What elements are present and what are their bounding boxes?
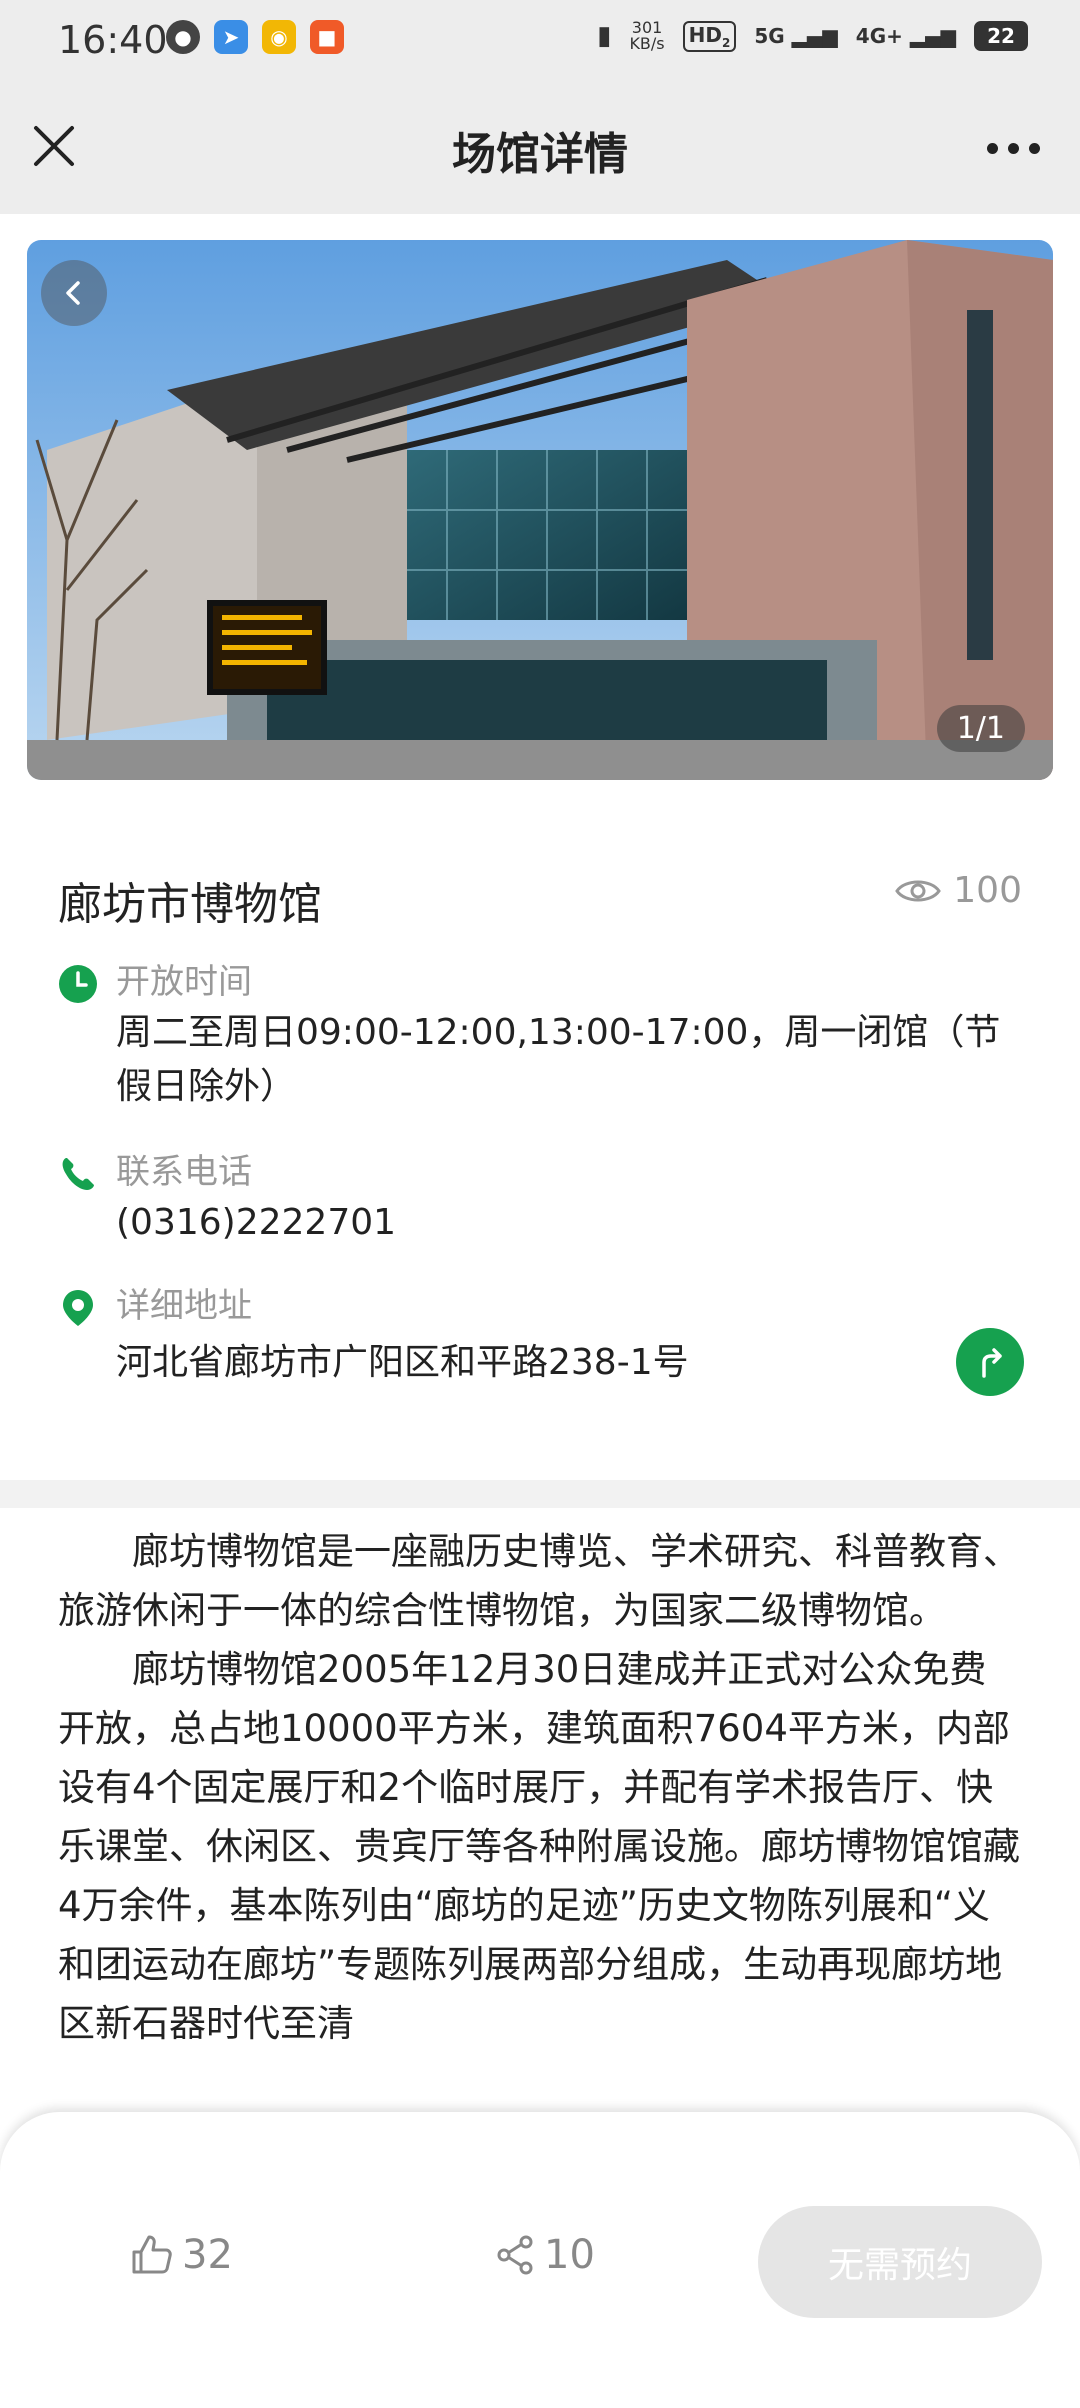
address-section: 详细地址 河北省廊坊市广阳区和平路238-1号 [58,1282,1028,1390]
eye-icon [895,880,942,901]
venue-description: 廊坊博物馆是一座融历史博览、学术研究、科普教育、旅游休闲于一体的综合性博物馆，为… [58,1522,1022,2053]
more-icon[interactable] [978,118,1048,178]
phone-label: 联系电话 [116,1152,252,1192]
phone-value[interactable]: (0316)2222701 [116,1196,1028,1250]
thumbs-up-icon [132,2235,172,2274]
vibrate-icon: ▮ [597,21,612,51]
share-icon [497,2235,533,2275]
view-count-value: 100 [953,870,1022,911]
system-status: ▮ 301 KB/s HD2 5G ▂▄▆ 4G+ ▂▄▆ 22 [597,20,1028,52]
hours-section: 开放时间 周二至周日09:00-12:00,13:00-17:00，周一闭馆（节… [58,958,1028,1114]
nav-bar: 场馆详情 [0,84,1080,214]
notification-icons: ● ➤ ◉ ■ [166,20,344,54]
address-label: 详细地址 [116,1286,252,1326]
venue-photo[interactable]: 1/1 [27,240,1053,780]
signal-4g-icon: 4G+ ▂▄▆ [855,24,956,48]
like-count: 32 [182,2232,233,2278]
clock-icon [59,965,97,1003]
view-count: 100 [895,870,1022,911]
location-pin-icon [63,1290,93,1326]
reserve-button: 无需预约 [758,2206,1042,2318]
page-title: 场馆详情 [452,129,628,180]
share-button[interactable]: 10 [494,2232,595,2278]
share-count: 10 [544,2232,595,2278]
message-icon: ● [166,20,200,54]
hd-icon: HD2 [682,20,737,52]
status-time: 16:40 [58,18,168,62]
net-speed: 301 KB/s [629,18,665,53]
section-divider [0,1480,1080,1508]
venue-name: 廊坊市博物馆 [58,879,322,930]
navigate-button[interactable] [956,1328,1024,1396]
status-bar: 16:40 ● ➤ ◉ ■ ▮ 301 KB/s HD2 5G ▂▄▆ 4G+ … [0,0,1080,84]
phone-section[interactable]: 联系电话 (0316)2222701 [58,1148,1028,1250]
bottom-action-bar: 32 10 无需预约 [0,2112,1080,2408]
image-counter: 1/1 [936,705,1025,752]
description-paragraph: 廊坊博物馆2005年12月30日建成并正式对公众免费开放，总占地10000平方米… [58,1648,1020,2045]
app-notification-icon: ■ [310,20,344,54]
address-value: 河北省廊坊市广阳区和平路238-1号 [116,1342,689,1383]
description-paragraph: 廊坊博物馆是一座融历史博览、学术研究、科普教育、旅游休闲于一体的综合性博物馆，为… [58,1530,1020,1632]
weibo-icon: ◉ [262,20,296,54]
like-button[interactable]: 32 [128,2232,233,2278]
back-arrow-icon[interactable] [41,260,107,326]
phone-icon [62,1158,94,1190]
battery-icon: 22 [974,21,1028,51]
signal-5g-icon: 5G ▂▄▆ [754,24,838,48]
compass-app-icon: ➤ [214,20,248,54]
navigation-arrow-icon [982,1348,1002,1378]
hours-value: 周二至周日09:00-12:00,13:00-17:00，周一闭馆（节假日除外） [116,1012,1001,1107]
hours-label: 开放时间 [116,962,252,1002]
